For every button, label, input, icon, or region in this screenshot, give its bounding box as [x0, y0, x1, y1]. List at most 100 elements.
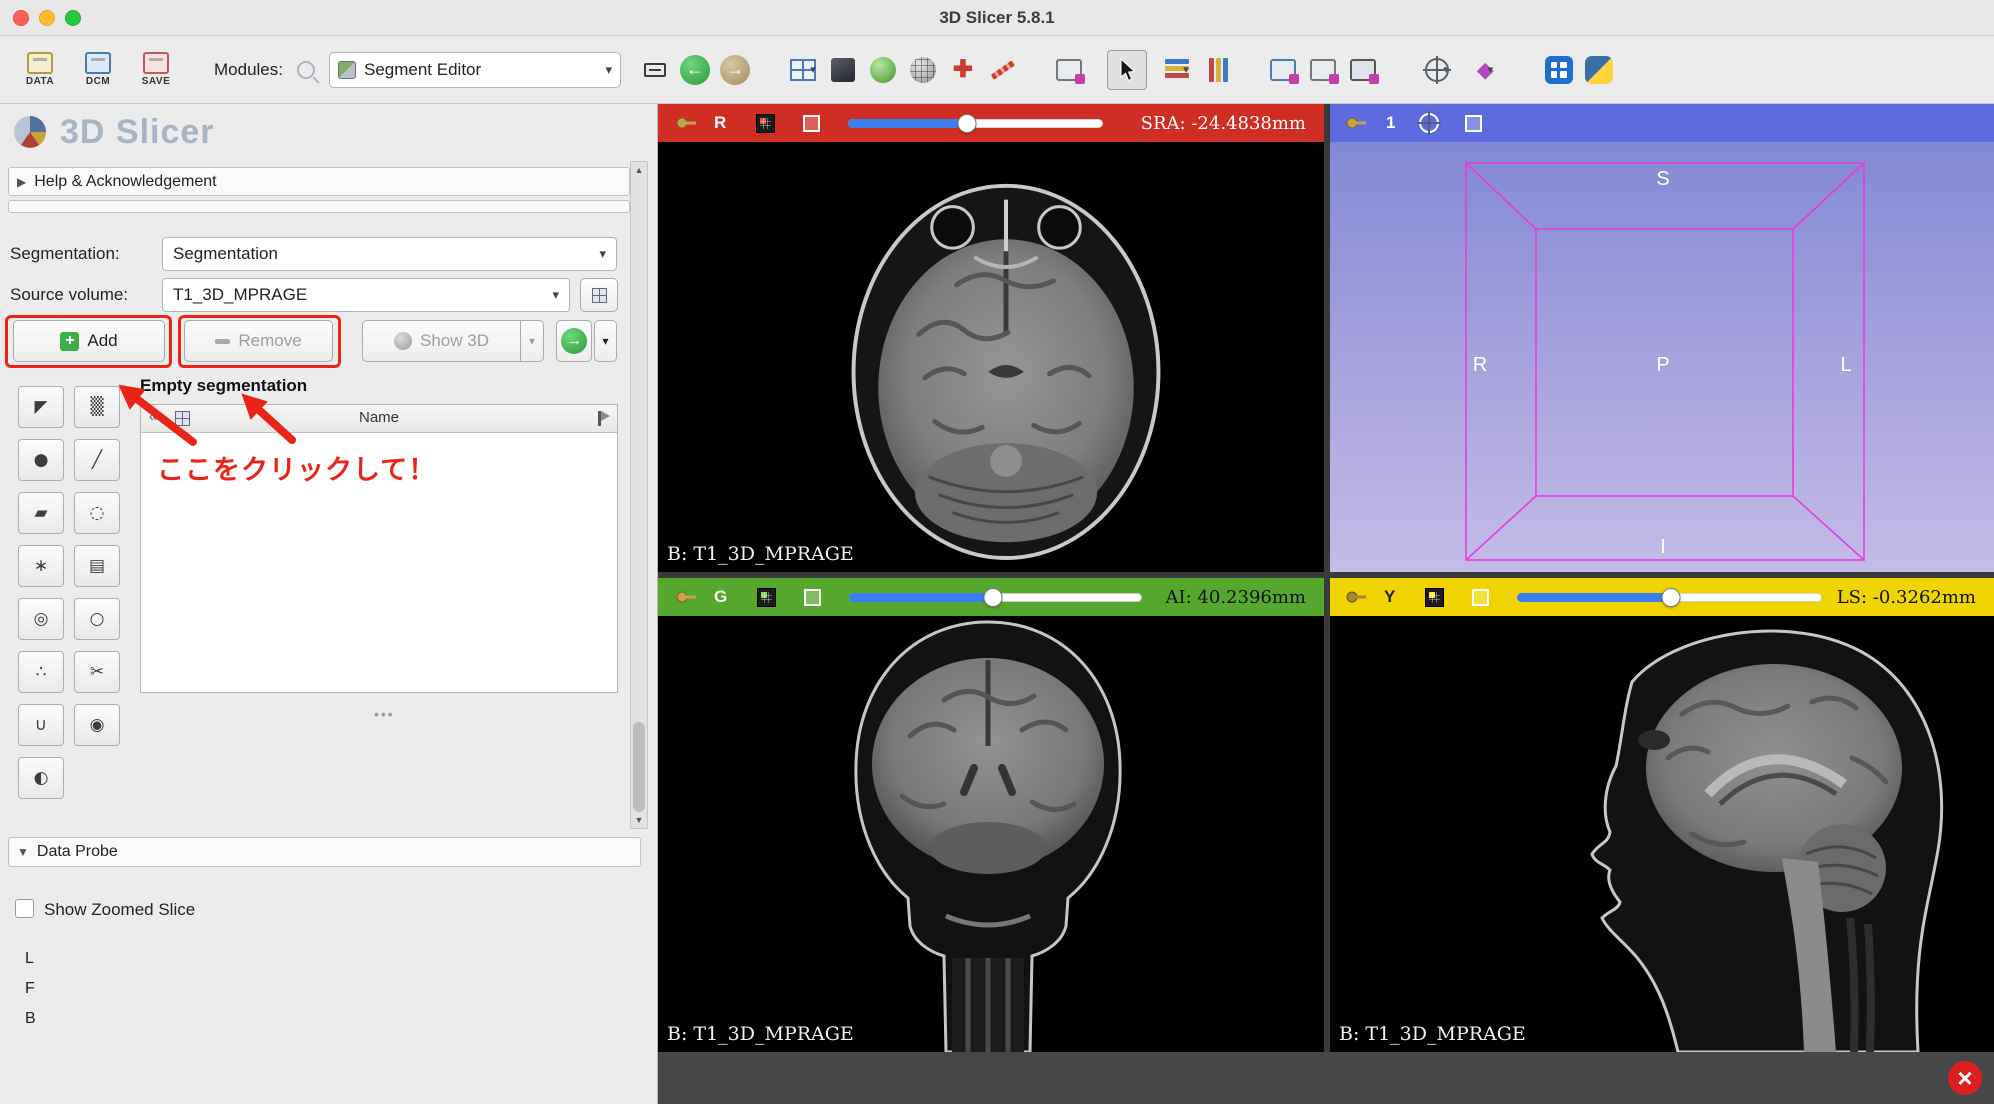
module-search-icon[interactable]: [297, 61, 315, 79]
margin-effect[interactable]: ◎: [18, 598, 64, 640]
segmentation-selector[interactable]: Segmentation ▾: [162, 237, 617, 271]
extensions-manager-button[interactable]: [1539, 50, 1579, 90]
show-3d-options-button[interactable]: ▾: [520, 320, 544, 362]
maximize-view-icon[interactable]: [1465, 115, 1482, 132]
mouse-interaction-mode-button[interactable]: [1107, 50, 1147, 90]
minimize-window-button[interactable]: [39, 10, 55, 26]
crosshair-button[interactable]: ▾: [1417, 50, 1457, 90]
remove-button-highlight-box: [178, 315, 341, 368]
smoothing-effect[interactable]: ◉: [74, 704, 120, 746]
annotations-button[interactable]: [983, 50, 1023, 90]
import-dicom-button[interactable]: DCM: [74, 44, 122, 96]
load-data-button[interactable]: DATA: [16, 44, 64, 96]
pin-icon[interactable]: [676, 115, 698, 131]
forward-button[interactable]: →: [715, 50, 755, 90]
erase-effect[interactable]: ▰: [18, 492, 64, 534]
scene-view-button[interactable]: [1303, 50, 1343, 90]
yellow-slice-offset-slider[interactable]: [1517, 593, 1822, 602]
scissors-effect[interactable]: ✂: [74, 651, 120, 693]
traffic-lights: [13, 10, 81, 26]
scrollbar-thumb[interactable]: [633, 722, 645, 812]
slice-visibility-icon[interactable]: [756, 114, 775, 133]
islands-effect[interactable]: ∴: [18, 651, 64, 693]
axial-brain-mri: [808, 166, 1204, 562]
switch-to-segmentations-button[interactable]: →: [556, 320, 592, 362]
source-volume-value: T1_3D_MPRAGE: [173, 285, 307, 305]
collapsed-section-bar[interactable]: [8, 200, 630, 213]
annotation-text: ここをクリックして！: [157, 448, 436, 487]
markups-toolbar-button[interactable]: [1197, 50, 1237, 90]
window-capture-button[interactable]: [1049, 50, 1089, 90]
surface-models-button[interactable]: [903, 50, 943, 90]
red-slice-offset-slider[interactable]: [848, 119, 1103, 128]
slice-visibility-icon[interactable]: [757, 588, 776, 607]
slider-handle[interactable]: [983, 588, 1002, 607]
show-3d-button[interactable]: Show 3D: [362, 320, 521, 362]
crop-volume-button[interactable]: [1343, 50, 1383, 90]
add-button-highlight-box: [5, 315, 172, 368]
zoom-window-button[interactable]: [65, 10, 81, 26]
specify-geometry-button[interactable]: [580, 278, 618, 312]
logical-operators-effect[interactable]: ∪: [18, 704, 64, 746]
show-zoomed-slice-checkbox[interactable]: [15, 899, 34, 918]
layout-selector-button[interactable]: ▾: [783, 50, 823, 90]
module-selector-value: Segment Editor: [364, 60, 481, 80]
paint-effect[interactable]: ●: [18, 439, 64, 481]
module-selector[interactable]: Segment Editor ▾: [329, 52, 621, 88]
name-column-header[interactable]: Name: [141, 409, 617, 426]
pin-icon[interactable]: [676, 589, 698, 605]
segmentations-options-button[interactable]: ▾: [594, 320, 617, 362]
source-volume-selector[interactable]: T1_3D_MPRAGE ▾: [162, 278, 570, 312]
slicer-logo-icon: [10, 112, 50, 152]
segmentation-label: Segmentation:: [10, 244, 120, 264]
scroll-up-arrow[interactable]: ▲: [631, 162, 647, 178]
mask-volume-effect[interactable]: ◐: [18, 757, 64, 799]
close-window-button[interactable]: [13, 10, 29, 26]
volume-rendering-button[interactable]: [863, 50, 903, 90]
python-console-button[interactable]: [1579, 50, 1619, 90]
save-button[interactable]: SAVE: [132, 44, 180, 96]
transforms-button[interactable]: ✚: [943, 50, 983, 90]
probe-layer-rows: LFB: [25, 950, 36, 1028]
arrow-left-icon: ←: [680, 55, 710, 85]
draw-effect[interactable]: ╱: [74, 439, 120, 481]
pin-icon[interactable]: [1346, 589, 1368, 605]
threshold-effect[interactable]: ▒: [74, 386, 120, 428]
back-button[interactable]: ←: [675, 50, 715, 90]
threed-view-header: 1: [1330, 104, 1994, 142]
scroll-down-arrow[interactable]: ▼: [631, 812, 647, 828]
none-cursor-effect[interactable]: ◤: [18, 386, 64, 428]
mouse-cursor-icon: [1118, 58, 1136, 82]
glyph-visibility-button[interactable]: ◆▾: [1465, 50, 1505, 90]
fill-between-slices-effect[interactable]: ▤: [74, 545, 120, 587]
data-probe-section[interactable]: ▼ Data Probe: [8, 837, 641, 867]
scene-view-icon: [1310, 59, 1336, 81]
hollow-effect[interactable]: ○: [74, 598, 120, 640]
place-markups-button[interactable]: ▾: [1157, 50, 1197, 90]
level-tracing-effect[interactable]: ◌: [74, 492, 120, 534]
pin-icon[interactable]: [1346, 115, 1368, 131]
help-acknowledgement-section[interactable]: ▶ Help & Acknowledgement: [8, 167, 630, 196]
yellow-slice-viewport[interactable]: B: T1_3D_MPRAGE: [1330, 616, 1994, 1052]
green-slice-offset-slider[interactable]: [849, 593, 1142, 602]
resize-grip[interactable]: •••: [374, 706, 395, 722]
slider-handle[interactable]: [1662, 588, 1681, 607]
center-view-icon[interactable]: [1419, 113, 1439, 133]
green-slice-viewport[interactable]: B: T1_3D_MPRAGE: [658, 616, 1324, 1052]
grow-from-seeds-effect[interactable]: ∗: [18, 545, 64, 587]
slice-visibility-icon[interactable]: [1425, 588, 1444, 607]
module-history-button[interactable]: [635, 50, 675, 90]
close-error-button[interactable]: ×: [1948, 1061, 1982, 1095]
threed-viewport[interactable]: S R P L I: [1330, 142, 1994, 572]
arrow-right-icon: →: [720, 55, 750, 85]
screenshot-button[interactable]: [1263, 50, 1303, 90]
maximize-view-icon[interactable]: [803, 115, 820, 132]
maximize-view-icon[interactable]: [1472, 589, 1489, 606]
maximize-view-icon[interactable]: [804, 589, 821, 606]
panel-scrollbar[interactable]: ▲ ▼: [630, 161, 648, 829]
logo-text: 3D Slicer: [60, 113, 215, 152]
models-button[interactable]: [823, 50, 863, 90]
slider-handle[interactable]: [957, 114, 976, 133]
flag-icon[interactable]: [598, 411, 601, 426]
red-slice-viewport[interactable]: B: T1_3D_MPRAGE: [658, 142, 1324, 572]
